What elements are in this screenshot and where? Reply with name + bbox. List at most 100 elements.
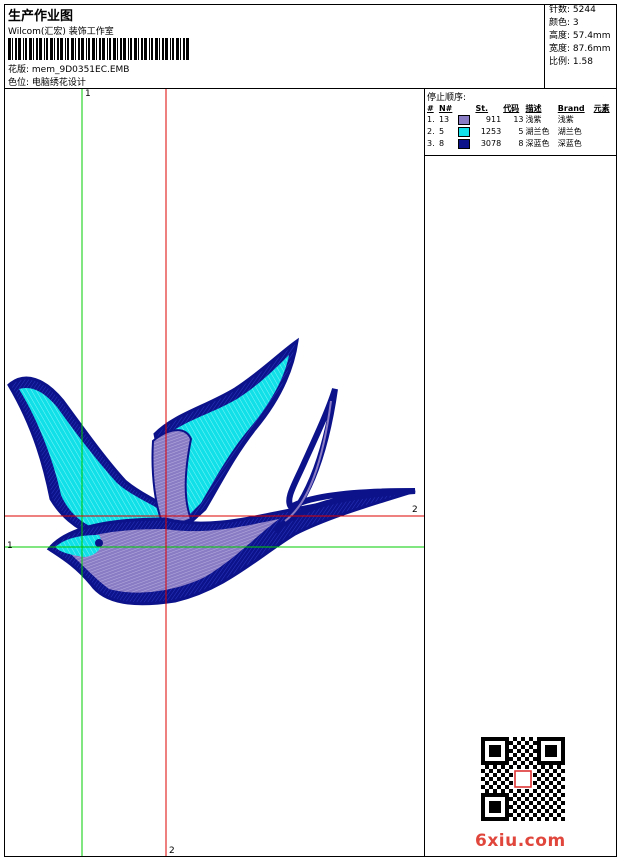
qr-module: [529, 817, 533, 821]
qr-module: [497, 777, 501, 781]
barcode-bar: [39, 38, 42, 60]
qr-module: [521, 793, 525, 797]
qr-module: [541, 773, 545, 777]
col-header: 代码: [503, 104, 520, 113]
barcode-bar: [120, 38, 122, 60]
design-height: 高度: 57.4mm: [549, 31, 611, 41]
barcode-bar: [162, 38, 164, 60]
qr-module: [509, 773, 513, 777]
qr-module: [513, 793, 517, 797]
qr-module: [521, 809, 525, 813]
qr-module: [485, 773, 489, 777]
barcode-bar: [8, 38, 11, 60]
qr-module: [533, 797, 537, 801]
barcode-bar: [109, 38, 111, 60]
needle-number: 5: [438, 127, 445, 136]
qr-stamp: [514, 770, 532, 788]
qr-module: [557, 781, 561, 785]
qr-module: [513, 801, 517, 805]
barcode-bar: [141, 38, 143, 60]
brand-name: 湖兰色: [557, 127, 582, 136]
qr-module: [489, 801, 501, 813]
qr-module: [521, 761, 525, 765]
color-swatch-box: [458, 138, 471, 149]
qr-module: [541, 797, 545, 801]
barcode-bar: [123, 38, 126, 60]
qr-module: [537, 793, 541, 797]
row-number: 2.: [427, 127, 435, 136]
qr-module: [497, 769, 501, 773]
qr-module: [545, 769, 549, 773]
qr-module: [501, 781, 505, 785]
barcode-bar: [107, 38, 108, 60]
swallow-embroidery: [5, 89, 424, 856]
qr-module: [505, 777, 509, 781]
design-width: 宽度: 87.6mm: [549, 44, 611, 54]
element: [593, 114, 615, 126]
barcode-bar: [25, 38, 27, 60]
qr-module: [481, 777, 485, 781]
qr-module: [497, 785, 501, 789]
qr-module: [509, 781, 513, 785]
qr-module: [521, 737, 525, 741]
barcode-bar: [36, 38, 38, 60]
qr-module: [541, 781, 545, 785]
qr-module: [537, 785, 541, 789]
qr-module: [541, 789, 545, 793]
qr-module: [525, 765, 529, 769]
barcode-bar: [29, 38, 32, 60]
qr-module: [533, 757, 537, 761]
qr-module: [509, 741, 513, 745]
green-axis-label-top: 1: [85, 89, 91, 99]
stitch-count: 针数: 5244: [549, 5, 596, 15]
stop-sequence-panel: 停止顺序: # N# St. 代码 描述 Brand 元素 1. 13 911 13 浅…: [425, 89, 616, 856]
color-swatch: [457, 138, 474, 150]
qr-module: [525, 749, 529, 753]
stop-sequence-table: # N# St. 代码 描述 Brand 元素 1. 13 911 13 浅紫 浅紫 2. 5…: [426, 103, 615, 150]
barcode-bar: [183, 38, 185, 60]
table-row: 1. 13 911 13 浅紫 浅紫: [426, 114, 615, 126]
brand-name: 深蓝色: [557, 139, 582, 148]
color-code: 5: [518, 127, 524, 136]
qr-module: [545, 809, 549, 813]
barcode-bar: [159, 38, 160, 60]
header: 生产作业图 Wilcom(汇宏) 装饰工作室 花版: mem_9D0351EC.…: [4, 4, 617, 89]
barcode-bar: [46, 38, 48, 60]
col-header: N#: [438, 104, 453, 113]
barcode-bar: [60, 38, 63, 60]
barcode-bar: [75, 38, 76, 60]
color-count: 颜色: 3: [549, 18, 579, 28]
barcode-bar: [88, 38, 90, 60]
barcode-bar: [186, 38, 189, 60]
qr-module: [485, 789, 489, 793]
barcode-bar: [149, 38, 150, 60]
row-number: 1.: [427, 115, 435, 124]
qr-module: [561, 817, 565, 821]
qr-module: [553, 809, 557, 813]
qr-module: [549, 789, 553, 793]
qr-module: [537, 769, 541, 773]
row-number: 3.: [427, 139, 435, 148]
qr-module: [537, 809, 541, 813]
qr-module: [533, 781, 537, 785]
qr-module: [525, 789, 529, 793]
qr-module: [513, 737, 517, 741]
col-header: #: [427, 104, 434, 113]
qr-module: [553, 769, 557, 773]
qr-module: [553, 817, 557, 821]
barcode-bar: [165, 38, 168, 60]
col-header: 描述: [525, 104, 542, 113]
qr-module: [525, 813, 529, 817]
qr-module: [529, 745, 533, 749]
table-header-row: # N# St. 代码 描述 Brand 元素: [426, 103, 615, 114]
qr-module: [545, 793, 549, 797]
qr-module: [557, 797, 561, 801]
qr-module: [537, 801, 541, 805]
qr-module: [509, 789, 513, 793]
qr-module: [521, 801, 525, 805]
panel-divider: [425, 155, 616, 156]
qr-module: [529, 793, 533, 797]
color-position: 色位: 电脑绣花设计: [8, 78, 86, 88]
qr-module: [553, 785, 557, 789]
barcode-bar: [44, 38, 45, 60]
